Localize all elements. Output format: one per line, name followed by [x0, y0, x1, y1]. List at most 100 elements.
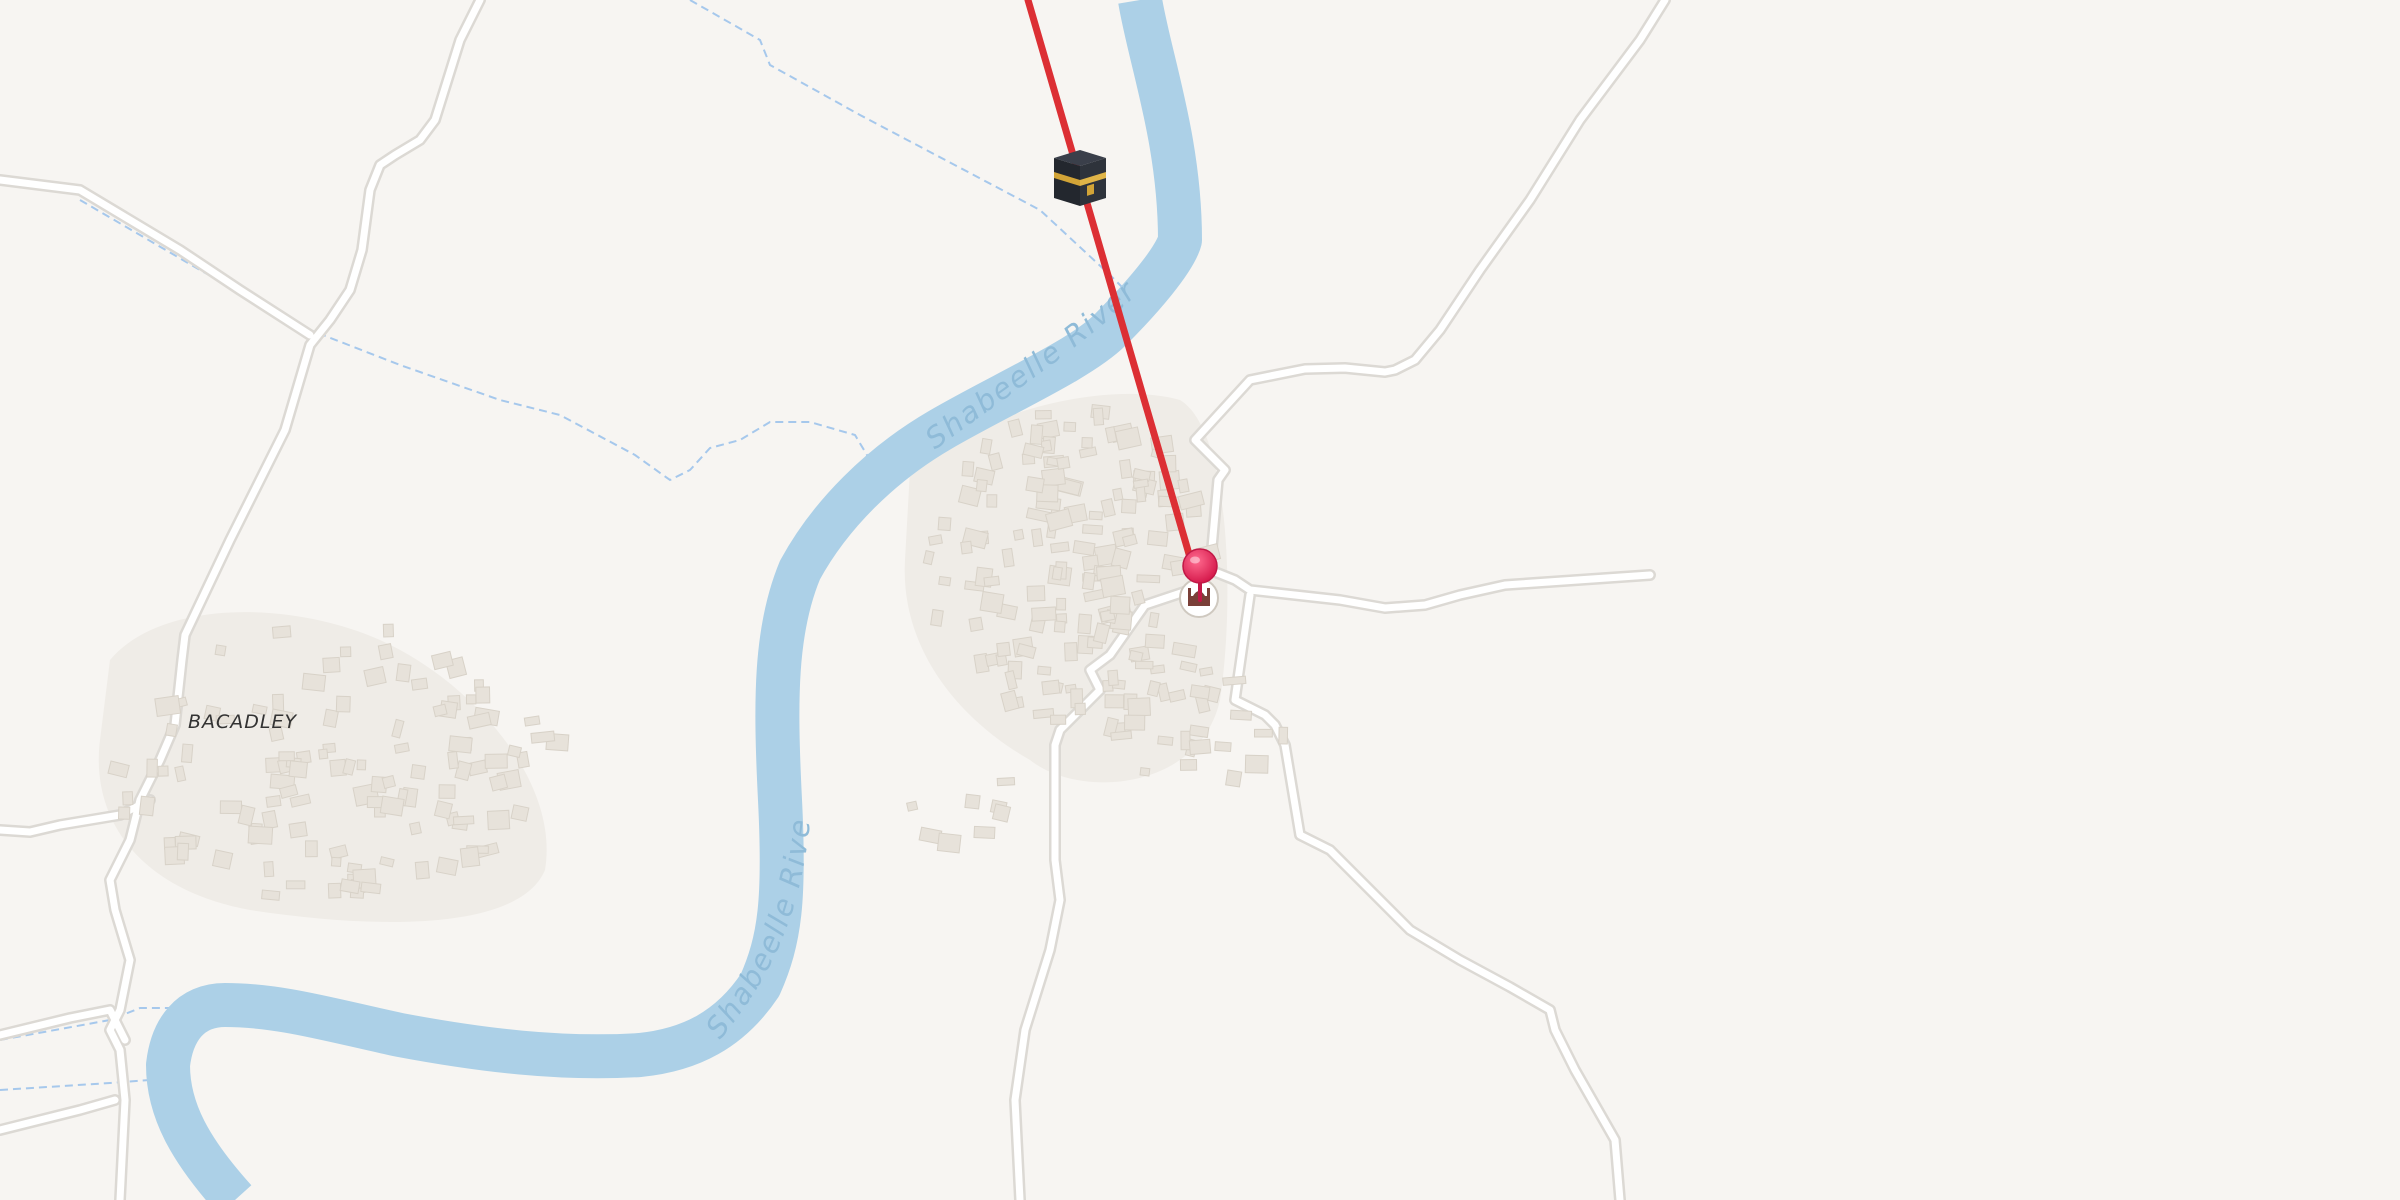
building	[1063, 642, 1078, 662]
building	[176, 842, 190, 861]
building	[1189, 684, 1211, 700]
building	[1179, 758, 1198, 771]
building	[1157, 735, 1174, 746]
building	[1225, 769, 1243, 788]
building	[261, 809, 279, 830]
building	[138, 795, 156, 817]
building	[219, 800, 243, 815]
building	[363, 665, 387, 688]
building	[438, 784, 456, 799]
building	[1040, 467, 1066, 488]
building	[410, 764, 427, 780]
building	[1177, 478, 1190, 494]
building	[1049, 714, 1067, 725]
building	[938, 575, 952, 587]
building	[379, 795, 405, 817]
building	[1034, 410, 1052, 420]
building	[288, 821, 308, 839]
building	[452, 815, 475, 826]
building	[1049, 541, 1070, 554]
building	[154, 695, 182, 717]
building	[1188, 738, 1212, 756]
building	[214, 644, 227, 657]
building	[1134, 660, 1154, 670]
building	[1026, 585, 1046, 602]
building	[278, 751, 295, 762]
building	[1127, 697, 1152, 717]
building	[1253, 728, 1273, 738]
building	[381, 774, 397, 790]
kaaba-icon[interactable]	[1054, 150, 1106, 206]
building	[1229, 709, 1253, 721]
building	[1081, 436, 1093, 449]
building	[486, 809, 511, 831]
building	[408, 821, 422, 836]
building	[1148, 611, 1160, 629]
building	[448, 735, 473, 754]
building	[968, 616, 984, 632]
building	[996, 777, 1016, 787]
building	[979, 590, 1005, 615]
building	[377, 643, 394, 661]
building	[1112, 487, 1124, 502]
building	[961, 460, 975, 478]
building	[247, 825, 274, 845]
building	[1104, 694, 1125, 709]
building	[322, 656, 341, 674]
building	[1012, 528, 1025, 541]
building	[1118, 458, 1133, 479]
building	[1120, 498, 1137, 514]
building	[975, 478, 988, 493]
building	[906, 800, 919, 812]
building	[327, 882, 342, 899]
building	[1136, 574, 1161, 584]
building	[1074, 702, 1086, 716]
building	[1053, 620, 1066, 633]
building	[523, 715, 541, 727]
building	[1063, 421, 1077, 432]
building	[1109, 595, 1131, 615]
building	[996, 641, 1011, 658]
building	[964, 793, 981, 810]
building	[1025, 476, 1045, 494]
building	[157, 765, 169, 777]
building	[1081, 524, 1104, 535]
building	[1088, 510, 1103, 521]
building	[506, 744, 523, 759]
building	[1051, 566, 1063, 581]
building	[433, 800, 454, 820]
building	[1092, 407, 1105, 426]
building	[1123, 714, 1146, 731]
building	[285, 880, 306, 890]
map-canvas[interactable]: Shabeelle River Shabeelle River	[0, 0, 2400, 1200]
building	[1072, 540, 1096, 557]
building	[1056, 455, 1071, 470]
building	[1031, 606, 1057, 622]
building	[1198, 666, 1214, 677]
building	[301, 672, 327, 692]
building	[414, 860, 430, 880]
building	[1029, 424, 1044, 445]
building	[330, 856, 342, 867]
building	[146, 758, 158, 778]
building	[410, 677, 429, 691]
building	[395, 663, 412, 683]
building	[1144, 633, 1166, 649]
building	[1099, 574, 1127, 599]
building	[356, 759, 367, 771]
building	[263, 861, 275, 878]
building	[288, 760, 309, 779]
building	[1110, 730, 1133, 741]
building	[1041, 679, 1061, 696]
building	[927, 534, 943, 546]
building	[986, 494, 998, 508]
building	[973, 825, 996, 840]
building	[339, 646, 352, 658]
building	[265, 794, 282, 808]
building	[1077, 613, 1093, 635]
building	[937, 516, 952, 532]
building	[339, 878, 361, 895]
building	[510, 804, 530, 822]
building	[1180, 730, 1191, 751]
building	[983, 575, 1001, 587]
